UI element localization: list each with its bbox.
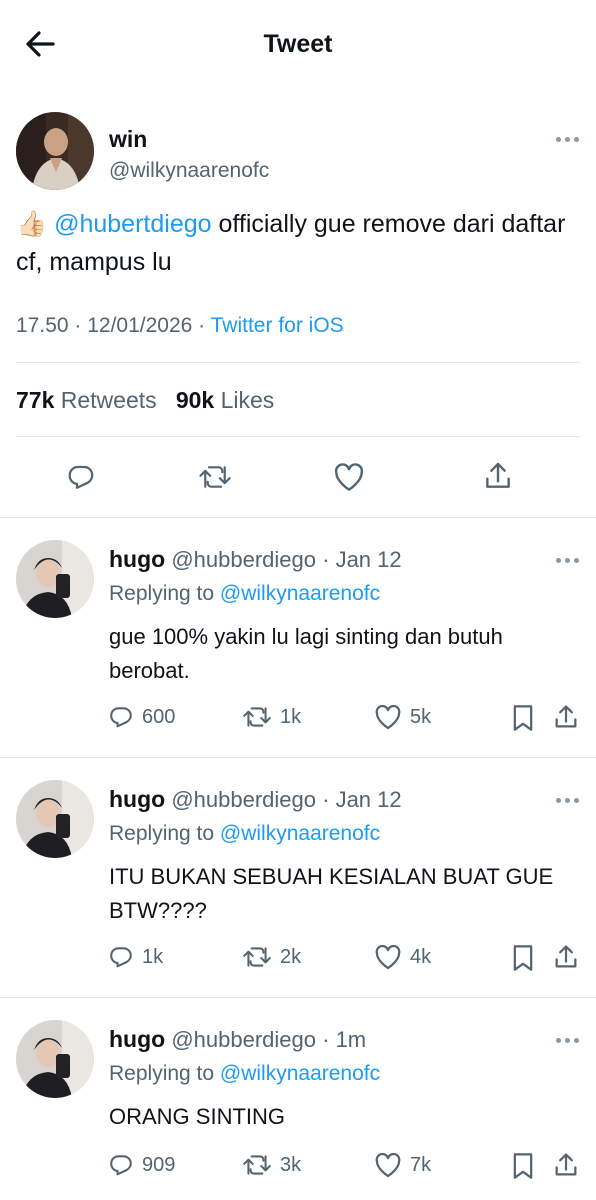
like-icon	[375, 944, 401, 970]
more-icon[interactable]	[556, 794, 582, 808]
reply-tweet[interactable]: hugo @hubberdiego · Jan 12 Replying to @…	[0, 758, 596, 998]
replying-label: Replying to	[109, 822, 215, 845]
reply-text: ITU BUKAN SEBUAH KESIALAN BUAT GUE BTW??…	[109, 864, 554, 923]
like-icon	[375, 1152, 401, 1178]
reply-time: Jan 12	[335, 787, 402, 812]
reply-text: gue 100% yakin lu lagi sinting dan butuh…	[109, 624, 503, 683]
retweet-button[interactable]: 2k	[242, 944, 301, 970]
like-count: 5k	[410, 705, 432, 728]
replying-to: Replying to @wilkynaarenofc	[109, 582, 380, 606]
bookmark-icon[interactable]	[510, 1152, 544, 1180]
tweet-source[interactable]: Twitter for iOS	[211, 314, 344, 337]
like-icon[interactable]	[333, 462, 365, 497]
reply-icon[interactable]	[66, 462, 96, 497]
reply-time: 1m	[335, 1027, 367, 1052]
like-count: 4k	[410, 945, 432, 968]
tweet-time: 17.50	[16, 314, 69, 337]
reply-icon	[110, 1155, 132, 1176]
tweet-text: 👍🏻 @hubertdiego officially gue remove da…	[16, 205, 576, 281]
retweet-count: 2k	[280, 945, 302, 968]
replying-to: Replying to @wilkynaarenofc	[109, 822, 380, 846]
reply-header: hugo @hubberdiego · 1m	[109, 1026, 367, 1052]
reply-icon	[110, 707, 132, 728]
retweet-icon	[243, 947, 271, 967]
like-icon	[375, 704, 401, 730]
reply-tweet[interactable]: hugo @hubberdiego · Jan 12 Replying to @…	[0, 518, 596, 758]
retweet-icon[interactable]	[198, 462, 232, 497]
reply-text: ORANG SINTING	[109, 1104, 286, 1129]
reply-button[interactable]: 909	[108, 1152, 175, 1178]
retweet-icon	[243, 1155, 271, 1175]
replying-label: Replying to	[109, 582, 215, 605]
reply-tweet[interactable]: hugo @hubberdiego · 1m Replying to @wilk…	[0, 998, 596, 1200]
like-button[interactable]: 4k	[374, 944, 431, 970]
mention-link[interactable]: @hubertdiego	[54, 210, 211, 238]
retweet-count: 1k	[280, 705, 302, 728]
more-icon[interactable]	[556, 133, 582, 147]
retweet-count[interactable]: 77k	[16, 387, 54, 413]
top-bar: Tweet	[0, 0, 596, 92]
page-title: Tweet	[263, 30, 333, 58]
user-handle[interactable]: @wilkynaarenofc	[109, 159, 269, 183]
avatar[interactable]	[16, 780, 94, 858]
thumbs-up-emoji: 👍🏻	[16, 210, 48, 238]
display-name[interactable]: win	[109, 126, 147, 153]
reply-count: 600	[142, 705, 176, 728]
mention-link[interactable]: @wilkynaarenofc	[220, 822, 380, 845]
bookmark-icon[interactable]	[510, 944, 544, 972]
display-name[interactable]: hugo	[109, 546, 165, 572]
like-count: 7k	[410, 1153, 432, 1176]
more-icon[interactable]	[556, 554, 582, 568]
retweet-button[interactable]: 1k	[242, 704, 301, 730]
divider	[16, 362, 580, 363]
reply-header: hugo @hubberdiego · Jan 12	[109, 546, 402, 572]
share-icon[interactable]	[552, 702, 588, 732]
more-icon[interactable]	[556, 1034, 582, 1048]
avatar[interactable]	[16, 540, 94, 618]
tweet-meta: 17.50 · 12/01/2026 · Twitter for iOS	[16, 314, 344, 337]
like-label[interactable]: Likes	[221, 387, 275, 413]
reply-icon	[110, 947, 132, 968]
share-icon[interactable]	[552, 1150, 588, 1180]
retweet-icon	[243, 707, 271, 727]
replying-label: Replying to	[109, 1062, 215, 1085]
user-handle[interactable]: @hubberdiego	[171, 1027, 316, 1052]
like-button[interactable]: 5k	[374, 704, 431, 730]
retweet-count: 3k	[280, 1153, 302, 1176]
reply-header: hugo @hubberdiego · Jan 12	[109, 786, 402, 812]
reply-button[interactable]: 1k	[108, 944, 163, 970]
replying-to: Replying to @wilkynaarenofc	[109, 1062, 380, 1086]
user-handle[interactable]: @hubberdiego	[171, 547, 316, 572]
retweet-button[interactable]: 3k	[242, 1152, 301, 1178]
divider	[16, 436, 580, 437]
user-handle[interactable]: @hubberdiego	[171, 787, 316, 812]
avatar[interactable]	[16, 112, 94, 190]
reply-count: 909	[142, 1153, 176, 1176]
display-name[interactable]: hugo	[109, 786, 165, 812]
retweet-label[interactable]: Retweets	[61, 387, 157, 413]
mention-link[interactable]: @wilkynaarenofc	[220, 582, 380, 605]
tweet-date: 12/01/2026	[87, 314, 193, 337]
bookmark-icon[interactable]	[510, 704, 544, 732]
avatar[interactable]	[16, 1020, 94, 1098]
tweet-stats: 77k Retweets 90k Likes	[16, 387, 274, 414]
share-icon[interactable]	[552, 942, 588, 972]
like-count[interactable]: 90k	[176, 387, 214, 413]
share-icon[interactable]	[482, 460, 514, 497]
mention-link[interactable]: @wilkynaarenofc	[220, 1062, 380, 1085]
reply-time: Jan 12	[335, 547, 402, 572]
like-button[interactable]: 7k	[374, 1152, 431, 1178]
display-name[interactable]: hugo	[109, 1026, 165, 1052]
reply-count: 1k	[142, 945, 164, 968]
reply-button[interactable]: 600	[108, 704, 175, 730]
